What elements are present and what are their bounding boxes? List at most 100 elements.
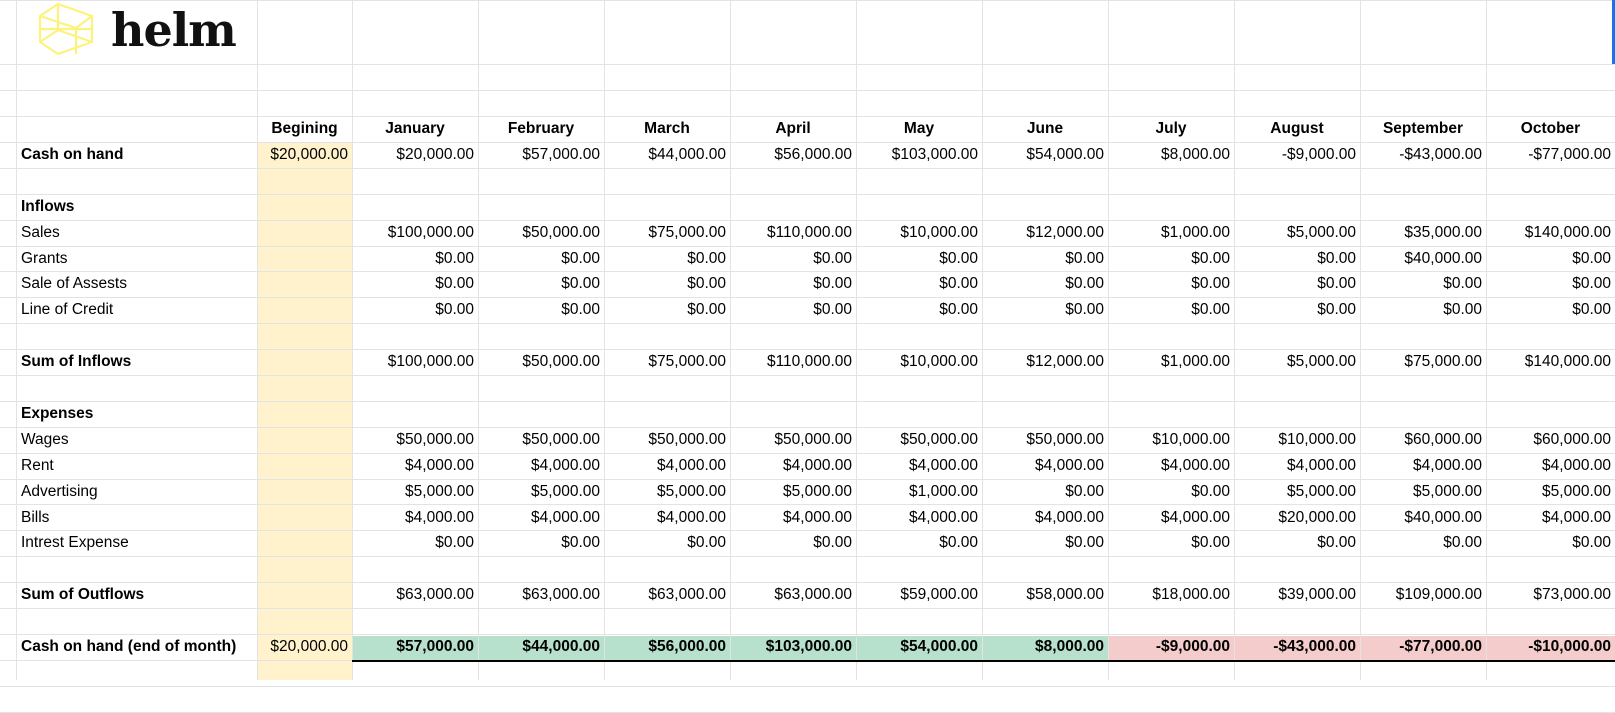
sum-of-inflows-cell[interactable]: $5,000.00 [1234,349,1360,374]
expense-rent-cell[interactable] [257,453,352,478]
cash-end-cell[interactable]: $54,000.00 [856,634,982,659]
expense-intrest-expense-cell[interactable]: $0.00 [982,530,1108,555]
sum-of-outflows-cell[interactable]: $59,000.00 [856,582,982,607]
inflow-line-of-credit-cell[interactable]: $0.00 [856,297,982,322]
sum-of-inflows-cell[interactable]: $1,000.00 [1108,349,1234,374]
inflow-sale-of-assests-cell[interactable]: $0.00 [1108,271,1234,296]
inflow-grants-cell[interactable]: $0.00 [604,246,730,271]
expense-bills-cell[interactable]: $20,000.00 [1234,505,1360,530]
column-header-begining[interactable]: Begining [257,116,352,141]
column-header-june[interactable]: June [982,116,1108,141]
expense-wages-cell[interactable]: $50,000.00 [856,427,982,452]
expense-bills-cell[interactable]: $4,000.00 [1108,505,1234,530]
column-header-march[interactable]: March [604,116,730,141]
expense-intrest-expense-cell[interactable]: $0.00 [730,530,856,555]
cash-on-hand-cell[interactable]: -$43,000.00 [1360,142,1486,167]
expense-wages-label[interactable]: Wages [21,427,256,452]
column-header-july[interactable]: July [1108,116,1234,141]
expense-rent-cell[interactable]: $4,000.00 [1234,453,1360,478]
inflow-grants-cell[interactable]: $40,000.00 [1360,246,1486,271]
inflow-sale-of-assests-cell[interactable]: $0.00 [1234,271,1360,296]
expense-bills-cell[interactable]: $4,000.00 [730,505,856,530]
expense-advertising-cell[interactable] [257,479,352,504]
expense-wages-cell[interactable]: $50,000.00 [478,427,604,452]
expense-rent-cell[interactable]: $4,000.00 [352,453,478,478]
expense-intrest-expense-cell[interactable]: $0.00 [1234,530,1360,555]
cash-on-hand-cell[interactable]: -$77,000.00 [1486,142,1615,167]
inflow-sales-cell[interactable]: $12,000.00 [982,220,1108,245]
cash-end-cell[interactable]: -$77,000.00 [1360,634,1486,659]
sum-of-outflows-cell[interactable]: $109,000.00 [1360,582,1486,607]
expense-advertising-cell[interactable]: $5,000.00 [730,479,856,504]
expense-wages-cell[interactable]: $10,000.00 [1234,427,1360,452]
inflow-sale-of-assests-label[interactable]: Sale of Assests [21,271,256,296]
inflow-grants-cell[interactable]: $0.00 [1108,246,1234,271]
inflow-line-of-credit-cell[interactable]: $0.00 [352,297,478,322]
column-header-february[interactable]: February [478,116,604,141]
inflow-grants-cell[interactable]: $0.00 [1234,246,1360,271]
inflow-sales-cell[interactable]: $35,000.00 [1360,220,1486,245]
cash-end-cell[interactable]: -$10,000.00 [1486,634,1615,659]
cash-on-hand-cell[interactable]: $54,000.00 [982,142,1108,167]
expense-rent-label[interactable]: Rent [21,453,256,478]
expense-bills-label[interactable]: Bills [21,505,256,530]
inflow-sales-cell[interactable]: $50,000.00 [478,220,604,245]
expense-wages-cell[interactable]: $50,000.00 [730,427,856,452]
expense-advertising-cell[interactable]: $5,000.00 [1234,479,1360,504]
inflow-grants-cell[interactable]: $0.00 [730,246,856,271]
cash-on-hand-cell[interactable]: $8,000.00 [1108,142,1234,167]
inflow-sales-label[interactable]: Sales [21,220,256,245]
expense-advertising-cell[interactable]: $5,000.00 [478,479,604,504]
expense-wages-cell[interactable]: $50,000.00 [982,427,1108,452]
inflow-grants-cell[interactable]: $0.00 [982,246,1108,271]
inflow-sale-of-assests-cell[interactable]: $0.00 [730,271,856,296]
inflow-sales-cell[interactable] [257,220,352,245]
inflow-line-of-credit-cell[interactable]: $0.00 [604,297,730,322]
expense-bills-cell[interactable]: $4,000.00 [982,505,1108,530]
expense-advertising-label[interactable]: Advertising [21,479,256,504]
expense-advertising-cell[interactable]: $1,000.00 [856,479,982,504]
expense-rent-cell[interactable]: $4,000.00 [856,453,982,478]
sum-of-outflows-cell[interactable]: $63,000.00 [352,582,478,607]
expense-bills-cell[interactable] [257,505,352,530]
expense-advertising-cell[interactable]: $5,000.00 [1486,479,1615,504]
sum-of-outflows-label[interactable]: Sum of Outflows [21,582,256,607]
column-header-august[interactable]: August [1234,116,1360,141]
sum-of-inflows-cell[interactable]: $75,000.00 [1360,349,1486,374]
expense-intrest-expense-label[interactable]: Intrest Expense [21,530,256,555]
inflow-sales-cell[interactable]: $5,000.00 [1234,220,1360,245]
expense-intrest-expense-cell[interactable]: $0.00 [856,530,982,555]
cash-end-cell[interactable]: $8,000.00 [982,634,1108,659]
cash-on-hand-cell[interactable]: $103,000.00 [856,142,982,167]
cash-end-cell[interactable]: $103,000.00 [730,634,856,659]
expense-wages-cell[interactable]: $50,000.00 [604,427,730,452]
sum-of-outflows-cell[interactable]: $58,000.00 [982,582,1108,607]
column-header-april[interactable]: April [730,116,856,141]
sum-of-outflows-cell[interactable]: $18,000.00 [1108,582,1234,607]
expense-bills-cell[interactable]: $4,000.00 [856,505,982,530]
sum-of-inflows-cell[interactable]: $75,000.00 [604,349,730,374]
expenses-heading[interactable]: Expenses [21,401,256,426]
inflow-sales-cell[interactable]: $140,000.00 [1486,220,1615,245]
expense-intrest-expense-cell[interactable]: $0.00 [1360,530,1486,555]
cash-end-cell[interactable]: -$43,000.00 [1234,634,1360,659]
sum-of-outflows-cell[interactable] [257,582,352,607]
sum-of-inflows-cell[interactable] [257,349,352,374]
expense-intrest-expense-cell[interactable]: $0.00 [352,530,478,555]
expense-advertising-cell[interactable]: $5,000.00 [352,479,478,504]
expense-bills-cell[interactable]: $40,000.00 [1360,505,1486,530]
expense-wages-cell[interactable]: $60,000.00 [1486,427,1615,452]
column-header-may[interactable]: May [856,116,982,141]
inflow-grants-cell[interactable]: $0.00 [856,246,982,271]
inflow-sale-of-assests-cell[interactable]: $0.00 [604,271,730,296]
inflow-sale-of-assests-cell[interactable]: $0.00 [352,271,478,296]
expense-wages-cell[interactable]: $10,000.00 [1108,427,1234,452]
expense-rent-cell[interactable]: $4,000.00 [982,453,1108,478]
expense-advertising-cell[interactable]: $0.00 [1108,479,1234,504]
expense-advertising-cell[interactable]: $5,000.00 [1360,479,1486,504]
expense-rent-cell[interactable]: $4,000.00 [604,453,730,478]
expense-bills-cell[interactable]: $4,000.00 [604,505,730,530]
sum-of-inflows-cell[interactable]: $12,000.00 [982,349,1108,374]
expense-intrest-expense-cell[interactable]: $0.00 [604,530,730,555]
expense-intrest-expense-cell[interactable]: $0.00 [1486,530,1615,555]
